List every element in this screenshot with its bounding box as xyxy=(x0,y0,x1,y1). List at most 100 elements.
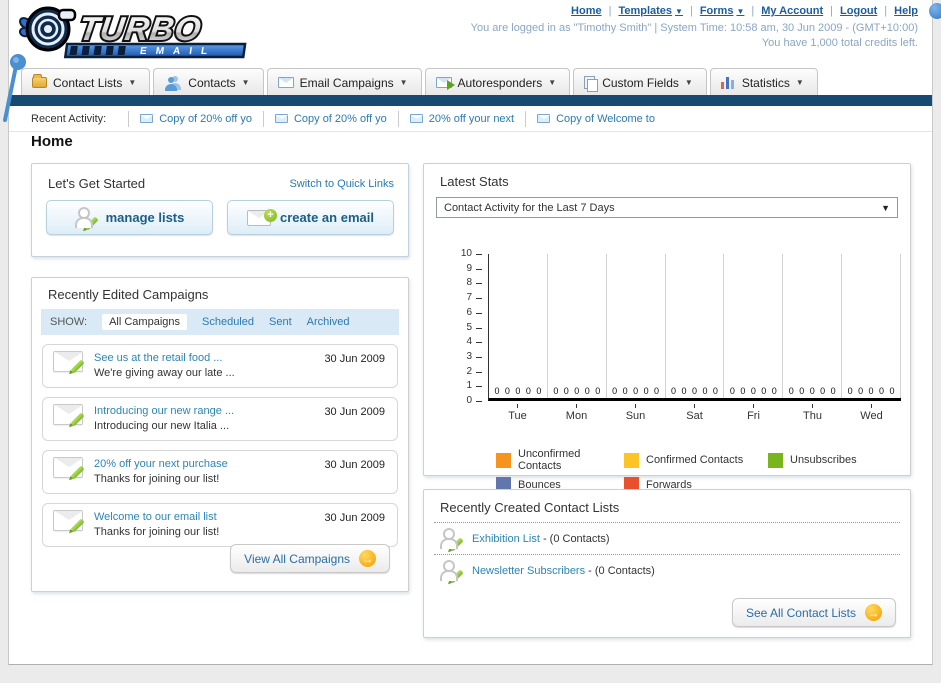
login-info: You are logged in as "Timothy Smith" | S… xyxy=(471,21,918,51)
chart-value-label: 0 xyxy=(536,386,542,396)
chart-x-axis-labels: Tue Mon Sun Sat Fri Thu Wed xyxy=(488,404,901,422)
y-axis-tick-label: 9 xyxy=(466,262,472,274)
show-label: SHOW: xyxy=(50,316,88,328)
chart-value-label: 0 xyxy=(740,386,746,396)
filter-sent[interactable]: Sent xyxy=(269,316,292,328)
chart-plot-area: 00000000000000000000000000000000000 xyxy=(488,254,902,401)
chart-value-label: 0 xyxy=(525,386,531,396)
tab-contact-lists[interactable]: Contact Lists ▼ xyxy=(21,68,151,96)
tab-custom-fields[interactable]: Custom Fields ▼ xyxy=(573,68,707,96)
switch-quick-links[interactable]: Switch to Quick Links xyxy=(289,178,394,190)
x-axis-tick-label: Thu xyxy=(783,404,842,422)
help-balloon-icon[interactable] xyxy=(929,3,941,19)
chart-day-column: 00000 xyxy=(724,254,784,398)
latest-stats-title: Latest Stats xyxy=(440,174,509,189)
chevron-down-icon: ▼ xyxy=(241,78,250,87)
logo-sub-wordmark: EMAIL xyxy=(139,46,217,57)
turbo-email-logo: TURBO EMAIL xyxy=(15,2,277,67)
chart-day-column: 00000 xyxy=(548,254,607,398)
pages-icon xyxy=(584,75,599,92)
chevron-down-icon: ▼ xyxy=(399,78,408,87)
legend-label: Unconfirmed Contacts xyxy=(518,448,581,472)
contact-list-row[interactable]: Newsletter Subscribers - (0 Contacts) xyxy=(424,555,910,586)
recent-activity-item[interactable]: Copy of Welcome to xyxy=(525,110,666,127)
x-axis-tick-label: Fri xyxy=(724,404,783,422)
chart-value-label: 0 xyxy=(494,386,500,396)
see-all-contact-lists-button[interactable]: See All Contact Lists → xyxy=(731,598,896,627)
header-link-my-account[interactable]: My Account xyxy=(761,5,823,17)
email-icon xyxy=(277,77,294,88)
y-axis-tick-label: 4 xyxy=(466,336,472,348)
campaign-date: 30 Jun 2009 xyxy=(324,406,385,418)
chart-value-label: 0 xyxy=(574,386,580,396)
page-title: Home xyxy=(31,133,73,150)
legend-item: Confirmed Contacts xyxy=(624,448,768,472)
header-link-home[interactable]: Home xyxy=(571,5,602,17)
chart-value-label: 0 xyxy=(643,386,649,396)
chevron-down-icon: ▼ xyxy=(795,78,804,87)
create-email-button[interactable]: + create an email xyxy=(227,200,394,235)
chart-day-column: 00000 xyxy=(842,254,902,398)
stats-period-dropdown[interactable]: Contact Activity for the Last 7 Days ▼ xyxy=(436,197,898,218)
header-link-templates[interactable]: Templates▼ xyxy=(618,5,683,17)
campaign-row[interactable]: 20% off your next purchase Thanks for jo… xyxy=(42,450,398,494)
filter-archived[interactable]: Archived xyxy=(307,316,350,328)
y-axis-tick-label: 5 xyxy=(466,321,472,333)
campaign-date: 30 Jun 2009 xyxy=(324,353,385,365)
list-edit-icon xyxy=(440,527,464,552)
recent-activity-item[interactable]: Copy of 20% off yo xyxy=(128,110,263,127)
header-link-logout[interactable]: Logout xyxy=(840,5,877,17)
filter-all-campaigns[interactable]: All Campaigns xyxy=(102,314,187,330)
recent-activity-bar: Recent Activity: Copy of 20% off yo Copy… xyxy=(9,106,932,132)
contact-list-row[interactable]: Exhibition List - (0 Contacts) xyxy=(424,523,910,554)
y-axis-tick-label: 7 xyxy=(466,292,472,304)
campaign-row[interactable]: See us at the retail food ... We're givi… xyxy=(42,344,398,388)
login-line: You are logged in as "Timothy Smith" | S… xyxy=(470,22,918,34)
campaign-row[interactable]: Welcome to our email list Thanks for joi… xyxy=(42,503,398,547)
tab-contacts[interactable]: Contacts ▼ xyxy=(153,68,264,96)
header-link-help[interactable]: Help xyxy=(894,5,918,17)
view-all-campaigns-button[interactable]: View All Campaigns → xyxy=(230,544,390,573)
recent-activity-item[interactable]: 20% off your next xyxy=(397,110,525,127)
recent-activity-item[interactable]: Copy of 20% off yo xyxy=(262,110,398,127)
contact-list-link[interactable]: Newsletter Subscribers xyxy=(472,565,585,577)
campaign-subtitle: Thanks for joining our list! xyxy=(94,473,220,485)
create-email-icon: + xyxy=(247,208,278,226)
header-link-forms[interactable]: Forms▼ xyxy=(700,5,745,17)
chart-value-label: 0 xyxy=(504,386,510,396)
campaign-date: 30 Jun 2009 xyxy=(324,512,385,524)
arrow-right-icon: → xyxy=(359,550,376,567)
chart-value-label: 0 xyxy=(761,386,767,396)
chart-value-label: 0 xyxy=(750,386,756,396)
filter-scheduled[interactable]: Scheduled xyxy=(202,316,254,328)
y-axis-tick-mark xyxy=(476,312,482,314)
tab-autoresponders[interactable]: Autoresponders ▼ xyxy=(424,68,571,96)
tab-email-campaigns[interactable]: Email Campaigns ▼ xyxy=(266,68,422,96)
chart-value-label: 0 xyxy=(691,386,697,396)
y-axis-tick-mark xyxy=(476,386,482,388)
contact-list-link[interactable]: Exhibition List xyxy=(472,533,540,545)
contact-list-count: - (0 Contacts) xyxy=(588,564,655,577)
legend-label: Unsubscribes xyxy=(790,454,857,466)
manage-lists-button[interactable]: manage lists xyxy=(46,200,213,235)
campaign-link[interactable]: Welcome to our email list xyxy=(94,511,217,523)
x-axis-tick-label: Wed xyxy=(842,404,901,422)
legend-swatch xyxy=(624,452,639,468)
campaign-link[interactable]: See us at the retail food ... xyxy=(94,352,222,364)
y-axis-tick-label: 10 xyxy=(460,248,472,259)
campaign-link[interactable]: 20% off your next purchase xyxy=(94,458,228,470)
envelope-icon xyxy=(274,114,288,123)
x-axis-tick-label: Sat xyxy=(665,404,724,422)
campaign-link[interactable]: Introducing our new range ... xyxy=(94,405,234,417)
chart-value-label: 0 xyxy=(584,386,590,396)
contact-lists-panel: Recently Created Contact Lists Exhibitio… xyxy=(423,489,911,638)
y-axis-tick-label: 1 xyxy=(466,380,472,392)
x-axis-tick-label: Mon xyxy=(547,404,606,422)
contacts-icon xyxy=(164,75,182,91)
contact-activity-chart: 0 1 2 3 4 5 6 7 8 9 10 000000000000000000000000000… xyxy=(426,248,904,422)
recent-activity-label: Recent Activity: xyxy=(31,112,107,125)
tab-statistics[interactable]: Statistics ▼ xyxy=(709,68,818,96)
campaign-row[interactable]: Introducing our new range ... Introducin… xyxy=(42,397,398,441)
chart-value-label: 0 xyxy=(858,386,864,396)
chart-value-label: 0 xyxy=(830,386,836,396)
